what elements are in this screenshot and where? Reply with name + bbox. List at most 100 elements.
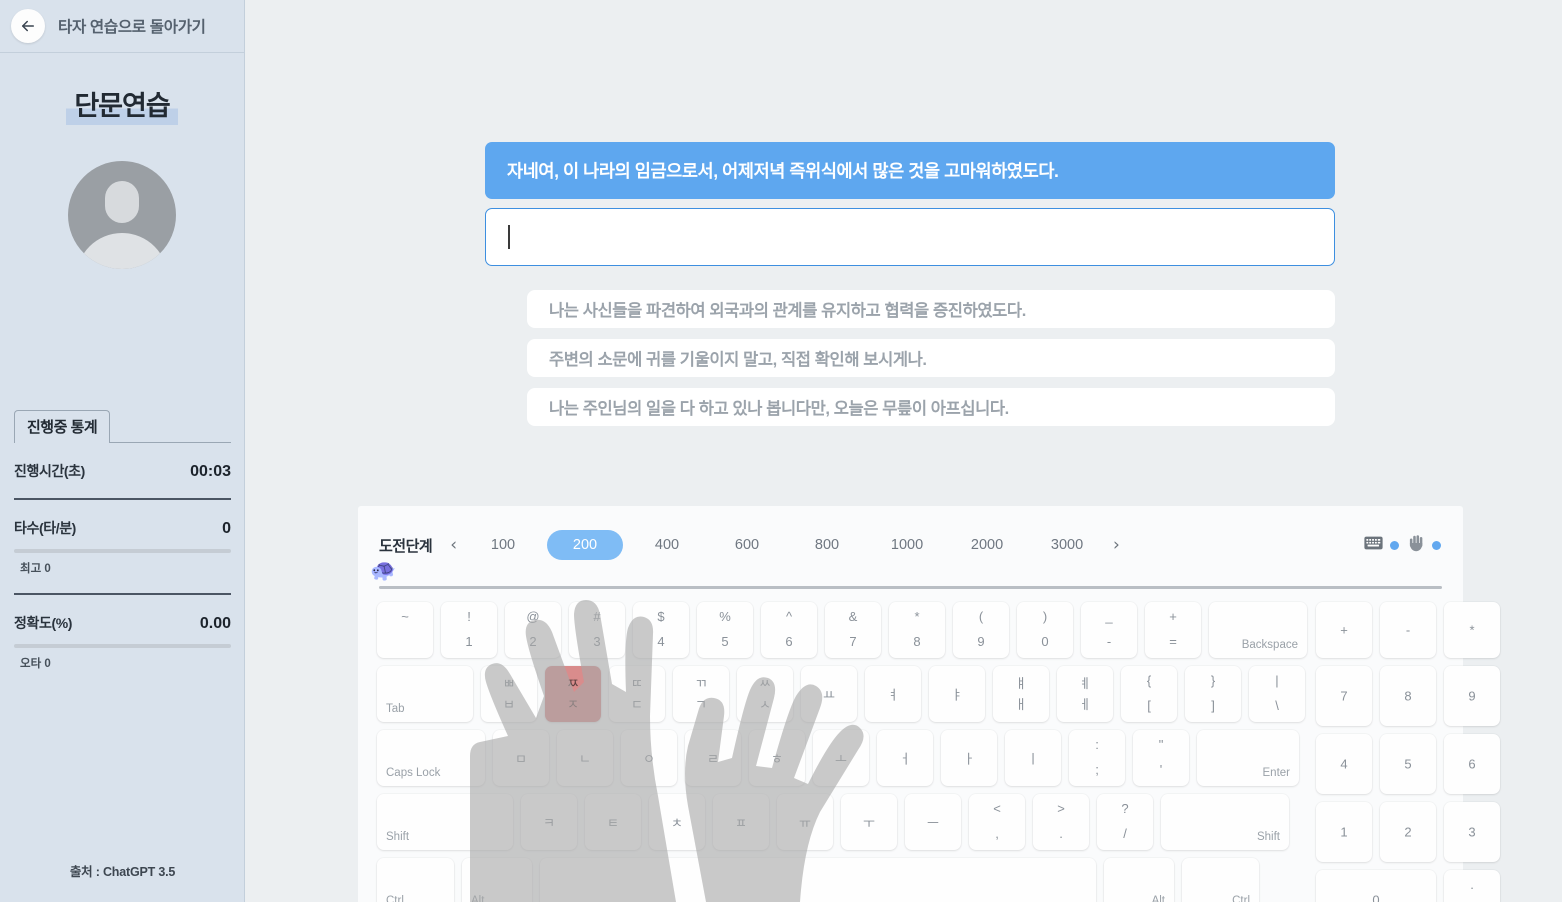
- key-3[interactable]: # 3: [569, 602, 625, 658]
- key-i-ya[interactable]: ㅑ: [929, 666, 985, 722]
- level-option-600[interactable]: 600: [711, 530, 783, 560]
- key-backslash[interactable]: | \: [1249, 666, 1305, 722]
- key-bracket-right[interactable]: } ]: [1185, 666, 1241, 722]
- level-option-1000[interactable]: 1000: [871, 530, 943, 560]
- key-ctrl-right[interactable]: Ctrl: [1182, 858, 1259, 902]
- key-x-tieut[interactable]: ㅌ: [585, 794, 641, 850]
- key-backspace[interactable]: Backspace: [1209, 602, 1307, 658]
- key-u-yeo[interactable]: ㅕ: [865, 666, 921, 722]
- key-semicolon[interactable]: : ;: [1069, 730, 1125, 786]
- key-n-u[interactable]: ㅜ: [841, 794, 897, 850]
- key-k-a[interactable]: ㅏ: [941, 730, 997, 786]
- numpad-key-plus[interactable]: +: [1316, 602, 1372, 658]
- key-o-ae[interactable]: ㅒ ㅐ: [993, 666, 1049, 722]
- key-bottom-label: 9: [977, 634, 985, 649]
- chevron-left-icon[interactable]: ‹: [444, 535, 463, 555]
- key-m-eu[interactable]: ㅡ: [905, 794, 961, 850]
- key-6[interactable]: ^ 6: [761, 602, 817, 658]
- key-j-eo[interactable]: ㅓ: [877, 730, 933, 786]
- key-b-yu[interactable]: ㅠ: [777, 794, 833, 850]
- key-h-o[interactable]: ㅗ: [813, 730, 869, 786]
- key-1[interactable]: ! 1: [441, 602, 497, 658]
- level-option-200[interactable]: 200: [547, 530, 624, 560]
- key-shift-left[interactable]: Shift: [377, 794, 513, 850]
- key-t-siot[interactable]: ㅆ ㅅ: [737, 666, 793, 722]
- key-d-ieung[interactable]: ㅇ: [621, 730, 677, 786]
- numpad-key-8[interactable]: 8: [1380, 666, 1436, 726]
- key-0[interactable]: ) 0: [1017, 602, 1073, 658]
- key-alt-right[interactable]: Alt: [1104, 858, 1174, 902]
- key-z-kieuk[interactable]: ㅋ: [521, 794, 577, 850]
- key-e-digeut[interactable]: ㄸ ㄷ: [609, 666, 665, 722]
- chevron-right-icon[interactable]: ›: [1107, 535, 1126, 555]
- key-7[interactable]: & 7: [825, 602, 881, 658]
- key-tab[interactable]: Tab: [377, 666, 473, 722]
- key-8[interactable]: * 8: [889, 602, 945, 658]
- numpad-key-delete[interactable]: . Del: [1444, 870, 1500, 902]
- key-9[interactable]: ( 9: [953, 602, 1009, 658]
- numpad-key-6[interactable]: 6: [1444, 734, 1500, 794]
- numpad-row: 0 . Del: [1316, 870, 1500, 902]
- key-caps-lock[interactable]: Caps Lock: [377, 730, 485, 786]
- key-w-jieut[interactable]: ㅉ ㅈ: [545, 666, 601, 722]
- key-enter[interactable]: Enter: [1197, 730, 1299, 786]
- key-backtick[interactable]: ~: [377, 602, 433, 658]
- numpad-key-asterisk[interactable]: *: [1444, 602, 1500, 658]
- key-s-nieun[interactable]: ㄴ: [557, 730, 613, 786]
- key-g-hieut[interactable]: ㅎ: [749, 730, 805, 786]
- key-comma[interactable]: < ,: [969, 794, 1025, 850]
- numpad-key-9[interactable]: 9: [1444, 666, 1500, 726]
- key-5[interactable]: % 5: [697, 602, 753, 658]
- key-a-mieum[interactable]: ㅁ: [493, 730, 549, 786]
- virtual-keyboard: ~ ! 1 @ 2 # 3 $ 4 % 5 ^ 6 & 7 * 8 (9) …: [358, 602, 1500, 902]
- level-option-100[interactable]: 100: [467, 530, 539, 560]
- key-p-e[interactable]: ㅖ ㅔ: [1057, 666, 1113, 722]
- key-l-i[interactable]: ㅣ: [1005, 730, 1061, 786]
- numpad-key-2[interactable]: 2: [1380, 802, 1436, 862]
- key-quote[interactable]: " ': [1133, 730, 1189, 786]
- level-option-3000[interactable]: 3000: [1031, 530, 1103, 560]
- key-2[interactable]: @ 2: [505, 602, 561, 658]
- numpad-key-minus[interactable]: -: [1380, 602, 1436, 658]
- tab-progress-stats[interactable]: 진행중 통계: [14, 410, 111, 443]
- key-c-chieut[interactable]: ㅊ: [649, 794, 705, 850]
- keyboard-display-toggle[interactable]: [1364, 536, 1399, 555]
- key-slash[interactable]: ? /: [1097, 794, 1153, 850]
- upcoming-sentence: 나는 주인님의 일을 다 하고 있나 봅니다만, 오늘은 무릎이 아프십니다.: [527, 388, 1335, 426]
- numpad-key-5[interactable]: 5: [1380, 734, 1436, 794]
- back-label[interactable]: 타자 연습으로 돌아가기: [58, 15, 206, 37]
- level-option-800[interactable]: 800: [791, 530, 863, 560]
- key-period[interactable]: > .: [1033, 794, 1089, 850]
- hand-display-toggle[interactable]: [1408, 534, 1441, 557]
- key-alt-left[interactable]: Alt: [462, 858, 532, 902]
- level-option-2000[interactable]: 2000: [951, 530, 1023, 560]
- key-bracket-left[interactable]: { [: [1121, 666, 1177, 722]
- key-minus[interactable]: _ -: [1081, 602, 1137, 658]
- key-label: Enter: [1262, 767, 1291, 779]
- key-space[interactable]: [540, 858, 1096, 902]
- typing-input-wrapper[interactable]: [485, 208, 1335, 266]
- key-bottom-label: 0: [1041, 634, 1049, 649]
- key-bottom-label: 3: [593, 634, 601, 649]
- numpad-key-4[interactable]: 4: [1316, 734, 1372, 794]
- numpad-key-0[interactable]: 0: [1316, 870, 1436, 902]
- numpad-key-3[interactable]: 3: [1444, 802, 1500, 862]
- key-r-giyeok[interactable]: ㄲ ㄱ: [673, 666, 729, 722]
- back-button[interactable]: [11, 9, 45, 43]
- key-equals[interactable]: + =: [1145, 602, 1201, 658]
- key-v-pieup[interactable]: ㅍ: [713, 794, 769, 850]
- numpad-key-7[interactable]: 7: [1316, 666, 1372, 726]
- key-f-rieul[interactable]: ㄹ: [685, 730, 741, 786]
- key-bottom-label: ,: [995, 826, 999, 841]
- level-option-400[interactable]: 400: [631, 530, 703, 560]
- key-ctrl-left[interactable]: Ctrl: [377, 858, 454, 902]
- key-q-bieup[interactable]: ㅃ ㅂ: [481, 666, 537, 722]
- numpad-key-1[interactable]: 1: [1316, 802, 1372, 862]
- key-top-label: &: [848, 609, 858, 624]
- key-4[interactable]: $ 4: [633, 602, 689, 658]
- keyboard-row-number: ~ ! 1 @ 2 # 3 $ 4 % 5 ^ 6 & 7 * 8 (9) …: [377, 602, 1307, 658]
- avatar[interactable]: [68, 161, 176, 269]
- key-shift-right[interactable]: Shift: [1161, 794, 1289, 850]
- key-y-yo[interactable]: ㅛ: [801, 666, 857, 722]
- key-bottom-label: ㅅ: [759, 697, 771, 712]
